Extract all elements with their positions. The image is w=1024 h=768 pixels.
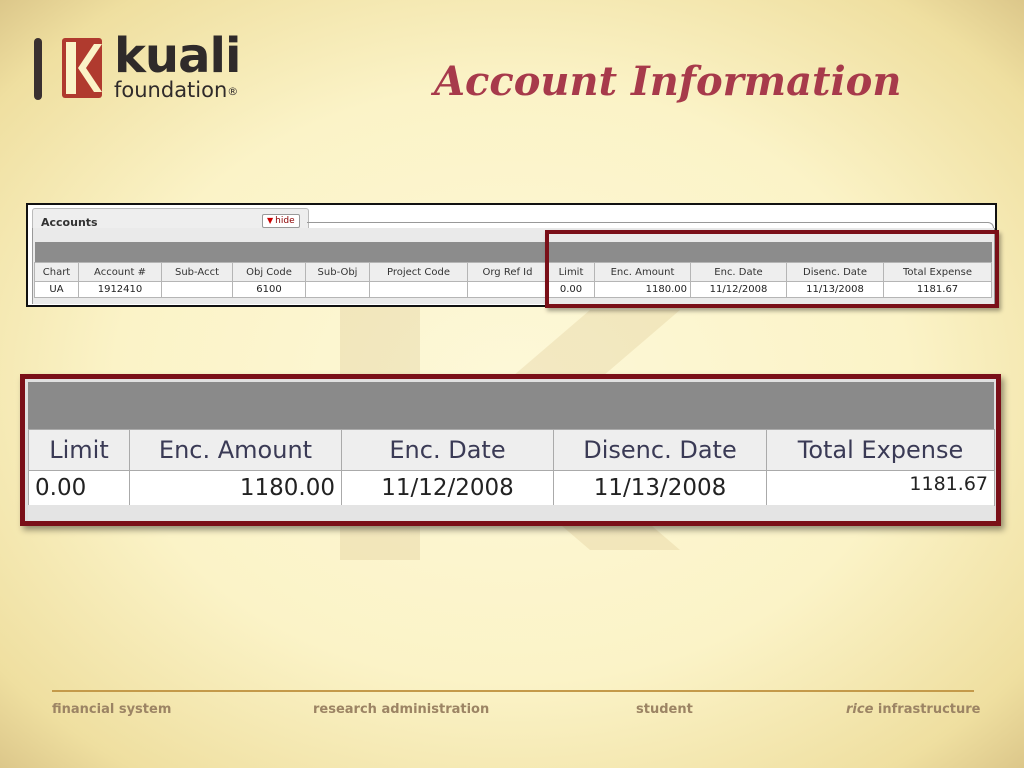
footer-rice-infrastructure: rice infrastructure	[846, 702, 981, 717]
footer-student: student	[636, 702, 693, 717]
cell-account: 1912410	[78, 281, 162, 298]
cell-enc-date: 11/12/2008	[341, 470, 554, 506]
hide-button[interactable]: ▼ hide	[262, 214, 300, 228]
logo-wordmark: kuali	[114, 28, 241, 84]
highlight-box	[545, 230, 999, 308]
kuali-logo: kuali foundation®	[34, 28, 294, 104]
cell-total-expense: 1181.67	[766, 470, 995, 506]
cell-org-ref-id	[467, 281, 548, 298]
zoomed-panel: Limit Enc. Amount Enc. Date Disenc. Date…	[20, 374, 1001, 526]
col-header: Limit	[28, 429, 130, 471]
zoomed-table: Limit Enc. Amount Enc. Date Disenc. Date…	[28, 429, 995, 506]
footer-divider	[52, 690, 974, 692]
col-header: Sub-Obj	[305, 262, 370, 282]
accounts-tab: Accounts ▼ hide	[32, 208, 309, 229]
zoomed-header-row: Limit Enc. Amount Enc. Date Disenc. Date…	[28, 429, 995, 471]
logo-bar	[34, 38, 42, 100]
cell-obj-code: 6100	[232, 281, 306, 298]
slide-title: Account Information	[434, 58, 902, 105]
col-header: Sub-Acct	[161, 262, 233, 282]
col-header: Account #	[78, 262, 162, 282]
col-header: Enc. Amount	[129, 429, 342, 471]
zoomed-footer-band	[28, 505, 994, 521]
col-header: Enc. Date	[341, 429, 554, 471]
col-header: Project Code	[369, 262, 468, 282]
col-header: Total Expense	[766, 429, 995, 471]
col-header: Disenc. Date	[553, 429, 767, 471]
cell-chart: UA	[34, 281, 79, 298]
registered-mark: ®	[227, 85, 239, 98]
footer-financial-system: financial system	[52, 702, 172, 717]
zoomed-band	[28, 382, 994, 429]
cell-limit: 0.00	[28, 470, 130, 506]
cell-disenc-date: 11/13/2008	[553, 470, 767, 506]
col-header: Obj Code	[232, 262, 306, 282]
col-header: Chart	[34, 262, 79, 282]
col-header: Org Ref Id	[467, 262, 548, 282]
footer-research-administration: research administration	[313, 702, 490, 717]
table-row: 0.00 1180.00 11/12/2008 11/13/2008 1181.…	[28, 470, 995, 506]
logo-subtitle: foundation®	[114, 78, 239, 102]
triangle-down-icon: ▼	[267, 216, 274, 225]
cell-sub-obj	[305, 281, 370, 298]
cell-sub-acct	[161, 281, 233, 298]
cell-enc-amount: 1180.00	[129, 470, 342, 506]
kuali-k-icon	[62, 38, 102, 98]
cell-project-code	[369, 281, 468, 298]
